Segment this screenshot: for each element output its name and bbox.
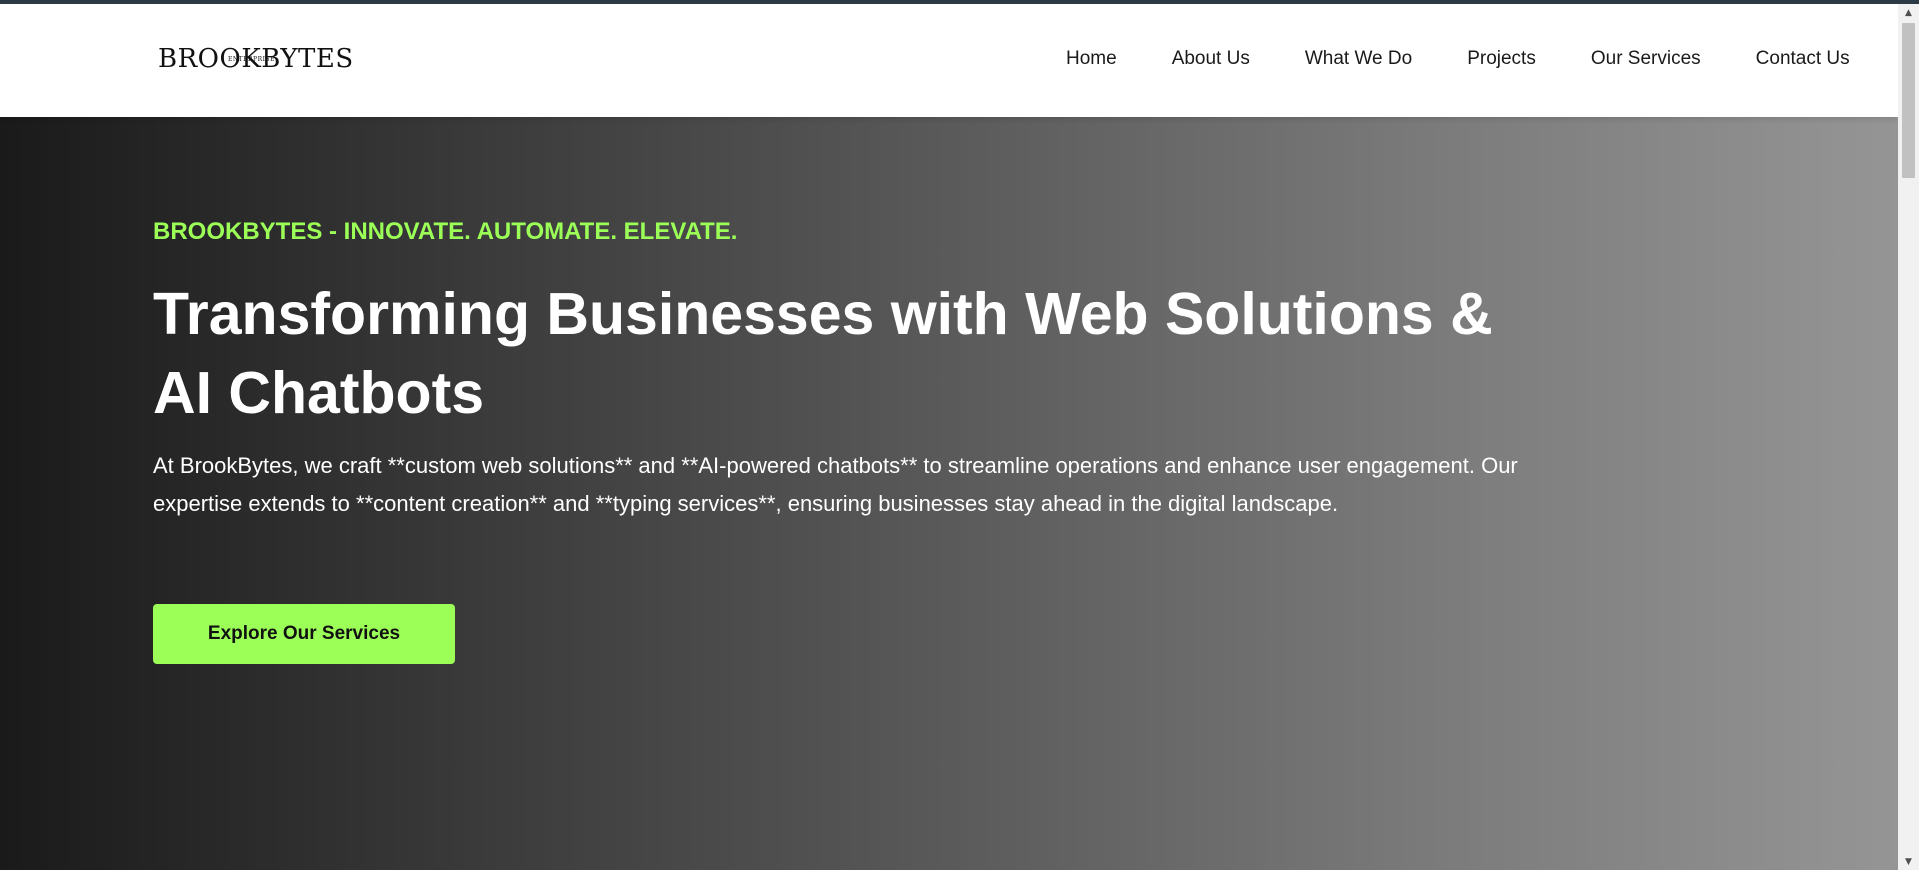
nav-link-about-us[interactable]: About Us <box>1172 46 1250 72</box>
brand-logo[interactable]: BROOKBYTES ENTERPRISE <box>158 42 354 80</box>
scrollbar-thumb[interactable] <box>1902 23 1915 178</box>
hero-headline: Transforming Businesses with Web Solutio… <box>153 281 1493 426</box>
nav-link-projects[interactable]: Projects <box>1467 46 1536 72</box>
page-scrollbar[interactable]: ▲ ▼ <box>1897 4 1919 870</box>
nav-link-contact-us[interactable]: Contact Us <box>1756 46 1850 72</box>
scroll-down-arrow-icon[interactable]: ▼ <box>1898 853 1919 870</box>
site-header: BROOKBYTES ENTERPRISE Home About Us What… <box>0 4 1898 117</box>
explore-services-button[interactable]: Explore Our Services <box>153 604 455 664</box>
main-nav: Home About Us What We Do Projects Our Se… <box>1066 44 1850 74</box>
scroll-up-arrow-icon[interactable]: ▲ <box>1898 4 1919 21</box>
nav-link-what-we-do[interactable]: What We Do <box>1305 46 1412 72</box>
nav-link-home[interactable]: Home <box>1066 46 1117 72</box>
hero-description: At BrookBytes, we craft **custom web sol… <box>153 453 1518 516</box>
hero-tagline: BROOKBYTES - INNOVATE. AUTOMATE. ELEVATE… <box>153 218 738 245</box>
hero-section: BROOKBYTES - INNOVATE. AUTOMATE. ELEVATE… <box>0 117 1898 870</box>
logo-tagline: ENTERPRISE <box>228 56 275 63</box>
nav-link-our-services[interactable]: Our Services <box>1591 46 1701 72</box>
page: BROOKBYTES ENTERPRISE Home About Us What… <box>0 4 1898 870</box>
browser-viewport: BROOKBYTES ENTERPRISE Home About Us What… <box>0 0 1919 870</box>
